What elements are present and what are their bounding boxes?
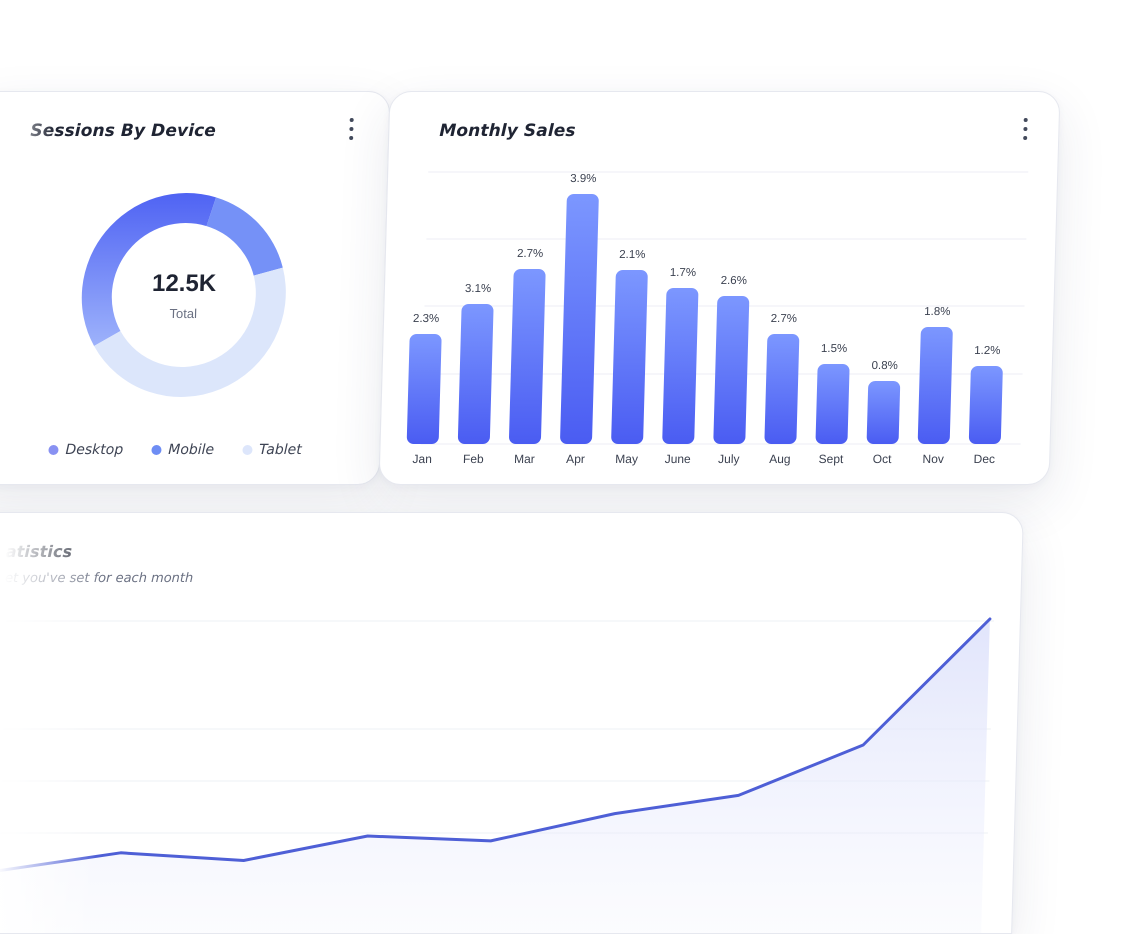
bar-mar[interactable]	[509, 269, 546, 444]
legend-item-mobile[interactable]: Mobile	[151, 442, 214, 458]
bar-tick-label: Dec	[973, 452, 995, 466]
donut-slice-mobile[interactable]	[205, 197, 285, 275]
monthly-sales-card: 2.3% Jan 3.1% Feb 2.7% Mar 3.9% Apr 2.1% May 1.7% J…	[378, 91, 1060, 485]
bar-tick-label: Apr	[566, 452, 585, 466]
bar-data-label: 0.8%	[871, 360, 898, 372]
statistics-area-fill	[0, 619, 990, 933]
bar-nov[interactable]	[918, 327, 953, 444]
bar-data-label: 2.3%	[413, 313, 440, 325]
sessions-by-device-card: Sessions By Device 12.5K Total Desktop M…	[0, 91, 391, 485]
bar-tick-label: Feb	[463, 452, 484, 466]
bar-tick-label: Sept	[818, 452, 844, 466]
bar-feb[interactable]	[458, 304, 494, 444]
bar-july[interactable]	[713, 296, 749, 444]
statistics-card-subtitle: et you've set for each month	[5, 571, 194, 586]
sessions-card-title: Sessions By Device	[30, 121, 216, 141]
sales-more-options-icon[interactable]	[1019, 118, 1032, 140]
sessions-card-fade-overlay	[0, 92, 56, 484]
legend-dot-desktop	[48, 445, 58, 455]
sales-card-title: Monthly Sales	[439, 121, 576, 141]
bar-data-label: 3.9%	[570, 173, 597, 185]
bar-data-label: 1.2%	[974, 345, 1001, 357]
bar-tick-label: May	[615, 452, 638, 466]
bar-apr[interactable]	[560, 194, 599, 444]
bar-data-label: 1.8%	[924, 306, 951, 318]
bar-tick-label: Nov	[922, 452, 944, 466]
legend-item-desktop[interactable]: Desktop	[48, 442, 123, 458]
legend-dot-mobile	[151, 445, 161, 455]
bar-sept[interactable]	[815, 364, 849, 444]
monthly-sales-bar-chart: 2.3% Jan 3.1% Feb 2.7% Mar 3.9% Apr 2.1% May 1.7% J…	[380, 92, 1060, 484]
donut-total-label: Total	[169, 306, 197, 321]
legend-item-tablet[interactable]: Tablet	[242, 442, 302, 458]
statistics-card: atistics et you've set for each month	[0, 512, 1024, 934]
bar-data-label: 2.7%	[517, 248, 544, 260]
sessions-more-options-icon[interactable]	[345, 118, 358, 140]
bar-tick-label: Aug	[769, 452, 791, 466]
bar-tick-label: Jan	[412, 452, 432, 466]
bar-jan[interactable]	[407, 334, 442, 444]
legend-label-desktop: Desktop	[65, 442, 123, 458]
sessions-legend: Desktop Mobile Tablet	[48, 442, 302, 458]
bar-tick-label: Mar	[514, 452, 535, 466]
legend-label-tablet: Tablet	[259, 442, 302, 458]
sessions-donut-chart: 12.5K Total	[76, 190, 292, 400]
bar-tick-label: Oct	[873, 452, 893, 466]
bar-may[interactable]	[611, 270, 648, 444]
bar-data-label: 1.5%	[821, 343, 848, 355]
bar-data-label: 3.1%	[465, 283, 492, 295]
bar-data-label: 1.7%	[670, 267, 697, 279]
bar-tick-label: June	[665, 452, 692, 466]
bar-dec[interactable]	[969, 366, 1003, 444]
bar-aug[interactable]	[764, 334, 799, 444]
bar-data-label: 2.7%	[771, 313, 798, 325]
bar-june[interactable]	[662, 288, 698, 444]
bar-tick-label: July	[718, 452, 740, 466]
bar-data-label: 2.1%	[619, 249, 646, 261]
legend-label-mobile: Mobile	[168, 442, 214, 458]
donut-total-value: 12.5K	[152, 270, 217, 297]
bar-data-label: 2.6%	[721, 275, 748, 287]
legend-dot-tablet	[242, 445, 252, 455]
statistics-card-title: atistics	[6, 542, 73, 561]
bar-oct[interactable]	[867, 381, 901, 444]
